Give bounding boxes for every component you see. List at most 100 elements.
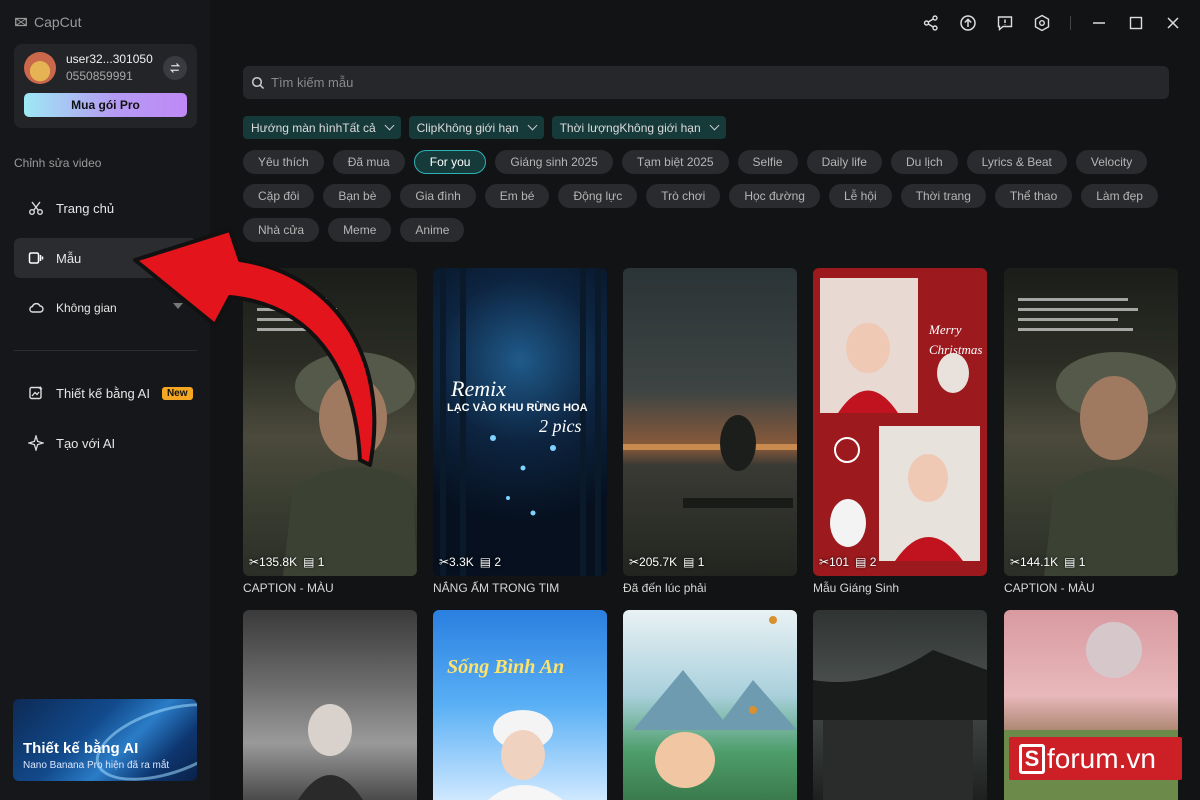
watermark-s: S: [1019, 743, 1045, 774]
template-stats: ✂205.7K ▤ 1: [629, 555, 704, 569]
buy-pro-button[interactable]: Mua gói Pro: [24, 93, 187, 117]
chip-purchased[interactable]: Đã mua: [332, 150, 405, 174]
filter-label: Hướng màn hìnhTất cả: [251, 120, 376, 135]
share-icon[interactable]: [922, 14, 940, 32]
chip-beauty[interactable]: Làm đẹp: [1081, 184, 1158, 208]
maximize-icon[interactable]: [1127, 14, 1145, 32]
pagoda-image: [813, 650, 987, 800]
promo-title: Thiết kế bằng AI: [23, 740, 139, 757]
template-card[interactable]: [243, 610, 417, 800]
template-thumbnail[interactable]: Remix LẠC VÀO KHU RỪNG HOA 2 pics ✂3.3K ▤…: [433, 268, 607, 576]
baby-monk-image: [633, 616, 797, 788]
chip-favorites[interactable]: Yêu thích: [243, 150, 324, 174]
template-card[interactable]: ✂144.1K ▤ 1 CAPTION - MÀU: [1004, 268, 1178, 597]
chip-couple[interactable]: Cặp đôi: [243, 184, 315, 208]
search-bar[interactable]: [243, 66, 1169, 99]
chip-sports[interactable]: Thể thao: [994, 184, 1073, 208]
divider: [14, 350, 197, 351]
template-title: Đã đến lúc phải: [623, 581, 707, 595]
template-stats: ✂135.8K ▤ 1: [249, 555, 324, 569]
template-stats: ✂101 ▤ 2: [819, 555, 876, 569]
search-input[interactable]: [271, 75, 1151, 90]
chip-fashion[interactable]: Thời trang: [900, 184, 986, 208]
template-card[interactable]: Merry Christmas ✂101 ▤ 2 Mẫu Giáng Sinh: [813, 268, 987, 597]
template-thumbnail[interactable]: [623, 610, 797, 800]
template-card[interactable]: Remix LẠC VÀO KHU RỪNG HOA 2 pics ✂3.3K ▤…: [433, 268, 607, 597]
chip-school[interactable]: Học đường: [729, 184, 820, 208]
expand-caret-icon[interactable]: [173, 303, 183, 309]
portrait-image: [257, 298, 417, 576]
window-toolbar: [922, 14, 1182, 32]
switch-account-button[interactable]: [163, 56, 187, 80]
chip-selfie[interactable]: Selfie: [737, 150, 798, 174]
filter-label: Thời lượngKhông giới hạn: [559, 120, 701, 135]
sidebar-item-label: Tạo với AI: [56, 435, 116, 451]
chip-daily-life[interactable]: Daily life: [806, 150, 882, 174]
chip-goodbye-2025[interactable]: Tạm biệt 2025: [621, 150, 729, 174]
template-card[interactable]: ✂135.8K ▤ 1 CAPTION - MÀU: [243, 268, 417, 597]
sidebar-item-create-ai[interactable]: Tạo với AI: [14, 423, 197, 463]
sidebar-item-space[interactable]: Không gian: [14, 288, 197, 328]
app-name: CapCut: [34, 14, 82, 30]
minimize-icon[interactable]: [1090, 14, 1108, 32]
settings-icon[interactable]: [1033, 14, 1051, 32]
capcut-logo-icon: [15, 17, 27, 27]
chip-games[interactable]: Trò chơi: [646, 184, 721, 208]
template-card[interactable]: [813, 610, 987, 800]
cloud-icon: [29, 302, 44, 313]
clip-count: ▤ 1: [303, 555, 325, 569]
portrait-image: [1018, 298, 1178, 576]
upload-icon[interactable]: [959, 14, 977, 32]
chip-for-you[interactable]: For you: [413, 150, 487, 174]
filter-orientation[interactable]: Hướng màn hìnhTất cả: [243, 116, 401, 139]
template-title: Mẫu Giáng Sinh: [813, 581, 900, 595]
chip-home[interactable]: Nhà cửa: [243, 218, 320, 242]
feedback-icon[interactable]: [996, 14, 1014, 32]
chip-baby[interactable]: Em bé: [484, 184, 550, 208]
sidebar: CapCut user32...301050 0550859991 Mua gó…: [0, 0, 210, 800]
chip-family[interactable]: Gia đình: [400, 184, 476, 208]
chip-christmas-2025[interactable]: Giáng sinh 2025: [495, 150, 613, 174]
chip-motivation[interactable]: Động lực: [558, 184, 638, 208]
template-card[interactable]: ✂205.7K ▤ 1 Đã đến lúc phải: [623, 268, 797, 597]
sidebar-item-home[interactable]: Trang chủ: [14, 188, 197, 228]
sidebar-item-templates[interactable]: Mẫu: [14, 238, 197, 278]
snow-portrait-image: [298, 704, 363, 800]
filter-duration[interactable]: Thời lượngKhông giới hạn: [551, 116, 726, 139]
chip-lyrics-beat[interactable]: Lyrics & Beat: [966, 150, 1067, 174]
close-icon[interactable]: [1164, 14, 1182, 32]
sparkle-icon: [28, 435, 44, 451]
uses-count: ✂135.8K: [249, 555, 298, 569]
sidebar-item-label: Không gian: [56, 301, 117, 315]
promo-banner[interactable]: Thiết kế bằng AI Nano Banana Pro hiện đã…: [13, 699, 197, 781]
avatar[interactable]: [24, 52, 56, 84]
chip-velocity[interactable]: Velocity: [1075, 150, 1148, 174]
template-card[interactable]: Sống Bình An: [433, 610, 607, 800]
category-chips: Yêu thích Đã mua For you Giáng sinh 2025…: [243, 150, 1173, 242]
chip-anime[interactable]: Anime: [400, 218, 465, 242]
sidebar-item-ai-design[interactable]: Thiết kế bằng AI New: [14, 373, 197, 413]
clip-count: ▤ 2: [479, 555, 502, 569]
template-thumbnail[interactable]: ✂205.7K ▤ 1: [623, 268, 797, 576]
filter-clips[interactable]: ClipKhông giới hạn: [408, 116, 544, 139]
chip-festival[interactable]: Lễ hội: [828, 184, 892, 208]
chip-travel[interactable]: Du lịch: [890, 150, 958, 174]
uses-count: ✂205.7K: [629, 555, 678, 569]
chip-meme[interactable]: Meme: [328, 218, 392, 242]
template-thumbnail[interactable]: Merry Christmas ✂101 ▤ 2: [813, 268, 987, 576]
sidebar-item-label: Thiết kế bằng AI: [56, 385, 150, 401]
watermark-logo: S forum.vn: [1009, 737, 1182, 780]
section-label: Chỉnh sửa video: [14, 156, 102, 170]
swap-icon: [169, 63, 181, 73]
template-thumbnail[interactable]: Sống Bình An: [433, 610, 607, 800]
template-thumbnail[interactable]: [243, 610, 417, 800]
template-thumbnail[interactable]: ✂144.1K ▤ 1: [1004, 268, 1178, 576]
girl-cap-image: [488, 710, 563, 800]
template-icon: [28, 252, 44, 264]
template-card[interactable]: [623, 610, 797, 800]
template-thumbnail[interactable]: ✂135.8K ▤ 1: [243, 268, 417, 576]
template-thumbnail[interactable]: [813, 610, 987, 800]
chip-friends[interactable]: Bạn bè: [323, 184, 392, 208]
scissors-icon: [29, 201, 43, 215]
template-title: CAPTION - MÀU: [243, 581, 334, 595]
